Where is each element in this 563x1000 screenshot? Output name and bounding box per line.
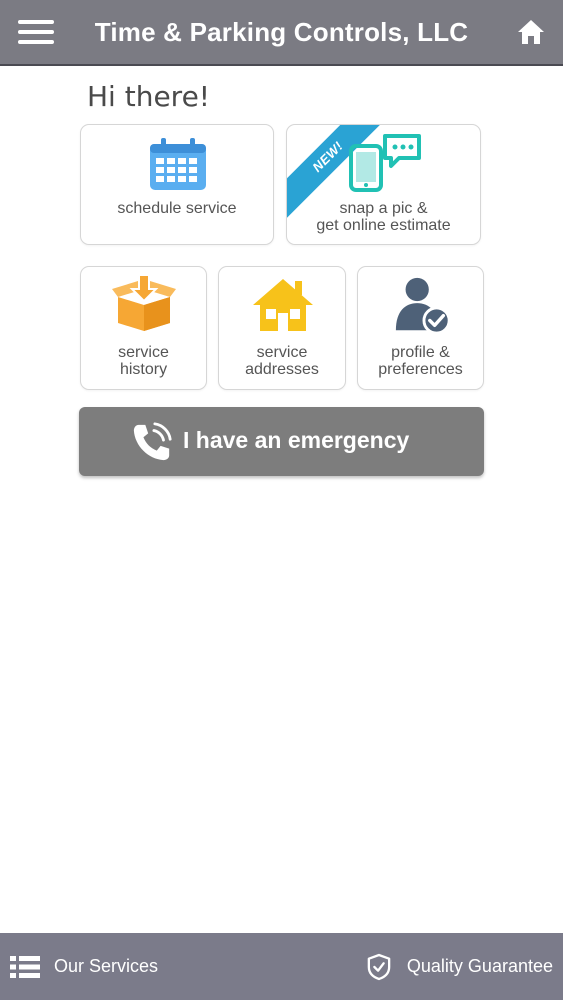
hamburger-menu-icon[interactable] [18,20,54,46]
phone-chat-icon [349,134,421,192]
list-icon [10,955,40,978]
quality-guarantee-button[interactable]: Quality Guarantee [367,933,553,1000]
snap-pic-label-line1: snap a pic & [339,200,428,217]
greeting-text: Hi there! [87,80,211,113]
service-addresses-tile[interactable]: service addresses [218,266,346,390]
our-services-label: Our Services [54,956,159,976]
quality-guarantee-label: Quality Guarantee [406,956,553,976]
house-icon [253,279,313,331]
user-check-icon [395,277,451,335]
snap-pic-label-line2: get online estimate [316,217,451,234]
app-title: Time & Parking Controls, LLC [94,17,469,47]
schedule-service-label: schedule service [117,200,237,217]
home-icon[interactable] [517,18,545,46]
service-addresses-label-line2: addresses [245,361,319,378]
calendar-icon [150,138,206,190]
app-header: Time & Parking Controls, LLC [0,0,563,66]
service-history-label-line2: history [119,361,168,378]
shield-check-icon [367,953,391,980]
snap-pic-estimate-tile[interactable]: NEW! snap a pic & get online estimate [286,124,481,245]
our-services-button[interactable]: Our Services [10,933,158,1000]
profile-preferences-tile[interactable]: profile & preferences [357,266,484,390]
emergency-label: I have an emergency [183,427,410,453]
service-history-tile[interactable]: service history [80,266,207,390]
service-history-label-line1: service [118,344,169,361]
schedule-service-tile[interactable]: schedule service [80,124,274,245]
box-download-icon [112,275,176,331]
emergency-button[interactable]: I have an emergency [79,407,484,476]
service-addresses-label-line1: service [256,344,308,361]
phone-ringing-icon [133,422,172,461]
profile-label-line2: preferences [378,361,463,378]
profile-label-line1: profile & [391,344,450,361]
bottom-bar: Our Services Quality Guarantee [0,933,563,1000]
